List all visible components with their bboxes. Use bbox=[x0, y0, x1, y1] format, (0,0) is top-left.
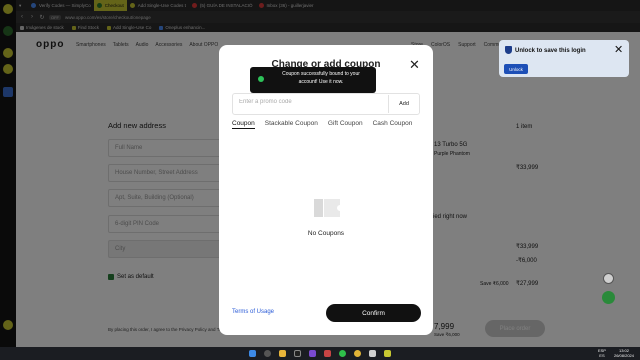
chrome-icon[interactable] bbox=[354, 350, 361, 357]
chat-icon[interactable] bbox=[602, 291, 615, 304]
promo-code-box: Add bbox=[232, 93, 420, 115]
search-icon[interactable] bbox=[264, 350, 271, 357]
tab-gift-coupon[interactable]: Gift Coupon bbox=[328, 120, 363, 129]
no-coupons-text: No Coupons bbox=[307, 230, 345, 237]
check-icon bbox=[258, 76, 264, 82]
terms-of-usage-link[interactable]: Terms of Usage bbox=[232, 309, 274, 315]
windows-taskbar bbox=[0, 347, 640, 360]
toast-message: Coupon successfully bound to your accoun… bbox=[282, 71, 360, 85]
coupon-tabs: Coupon Stackable Coupon Gift Coupon Cash… bbox=[232, 120, 412, 129]
language-indicator[interactable]: ESP ES bbox=[598, 348, 606, 358]
media-icon[interactable] bbox=[324, 350, 331, 357]
clock[interactable]: 13:02 26/08/2024 bbox=[614, 348, 634, 358]
close-icon[interactable]: ✕ bbox=[409, 58, 420, 71]
app-icon[interactable] bbox=[294, 350, 301, 357]
popup-title: Unlock to save this login bbox=[515, 48, 586, 54]
start-icon[interactable] bbox=[249, 350, 256, 357]
date-label: 26/08/2024 bbox=[613, 353, 634, 358]
password-manager-popup: Unlock to save this login ✕ Unlock bbox=[499, 40, 629, 77]
whatsapp-icon[interactable] bbox=[339, 350, 346, 357]
confirm-button[interactable]: Confirm bbox=[326, 304, 421, 322]
close-icon[interactable]: ✕ bbox=[614, 43, 623, 56]
lang-sub-label: ES bbox=[599, 353, 605, 358]
app-icon[interactable] bbox=[384, 350, 391, 357]
app-icon[interactable] bbox=[309, 350, 316, 357]
shield-icon bbox=[505, 46, 512, 54]
empty-coupon-icon bbox=[314, 199, 340, 217]
promo-code-input[interactable] bbox=[239, 99, 379, 105]
files-icon[interactable] bbox=[279, 350, 286, 357]
success-toast: Coupon successfully bound to your accoun… bbox=[250, 67, 376, 93]
app-icon[interactable] bbox=[369, 350, 376, 357]
floating-help-icon[interactable] bbox=[603, 273, 614, 284]
tab-coupon[interactable]: Coupon bbox=[232, 120, 255, 129]
system-tray: ESP ES 13:02 26/08/2024 bbox=[598, 348, 634, 358]
unlock-button[interactable]: Unlock bbox=[504, 64, 528, 74]
tab-stackable-coupon[interactable]: Stackable Coupon bbox=[265, 120, 318, 129]
tab-cash-coupon[interactable]: Cash Coupon bbox=[373, 120, 413, 129]
add-promo-button[interactable]: Add bbox=[388, 95, 419, 113]
